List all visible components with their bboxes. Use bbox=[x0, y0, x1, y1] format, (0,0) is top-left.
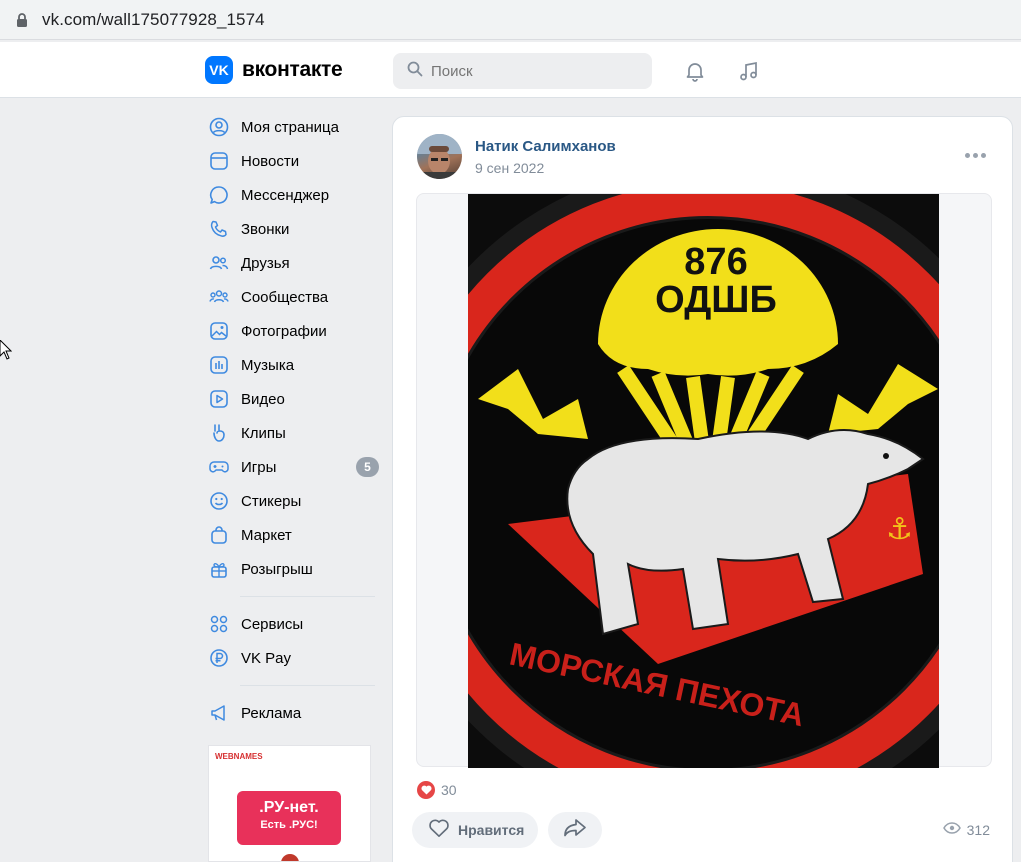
sidebar-item-services[interactable]: Сервисы bbox=[205, 607, 380, 641]
like-button[interactable]: Нравится bbox=[412, 812, 538, 848]
heart-icon bbox=[417, 781, 435, 799]
vk-logo-text: вконтакте bbox=[242, 58, 343, 81]
post-photo[interactable]: 876 ОДШБ МОРСКАЯ ПЕХОТА ⚓ bbox=[468, 194, 939, 768]
smile-icon bbox=[209, 491, 229, 511]
sidebar-item-label: Стикеры bbox=[241, 492, 302, 510]
sidebar-item-label: VK Pay bbox=[241, 649, 292, 667]
sidebar-item-friends[interactable]: Друзья bbox=[205, 246, 380, 280]
eye-icon bbox=[942, 821, 961, 839]
bell-icon[interactable] bbox=[682, 58, 708, 84]
sidebar-item-label: Игры bbox=[241, 458, 277, 476]
music-note-icon[interactable] bbox=[736, 58, 762, 84]
bag-icon bbox=[209, 525, 229, 545]
url-text[interactable]: vk.com/wall175077928_1574 bbox=[42, 10, 265, 30]
browser-address-bar[interactable]: vk.com/wall175077928_1574 bbox=[0, 0, 1021, 40]
mouse-cursor-icon bbox=[0, 339, 13, 365]
lock-icon bbox=[16, 12, 28, 28]
sidebar-item-stickers[interactable]: Стикеры bbox=[205, 484, 380, 518]
share-arrow-icon bbox=[563, 818, 587, 843]
share-button[interactable] bbox=[548, 812, 602, 848]
like-label: Нравится bbox=[458, 822, 525, 838]
vk-logo[interactable]: VK вконтакте bbox=[205, 56, 343, 84]
phone-icon bbox=[209, 219, 229, 239]
sidebar-item-my-page[interactable]: Моя страница bbox=[205, 110, 380, 144]
sidebar-item-label: Новости bbox=[241, 152, 300, 170]
games-count-badge: 5 bbox=[356, 457, 379, 477]
clips-icon bbox=[209, 423, 229, 443]
vk-logo-badge: VK bbox=[205, 56, 233, 84]
photo-text-unit: ОДШБ bbox=[655, 279, 777, 321]
sidebar-item-market[interactable]: Маркет bbox=[205, 518, 380, 552]
sidebar-item-clips[interactable]: Клипы bbox=[205, 416, 380, 450]
ad-line-1: .РУ-нет. bbox=[259, 799, 319, 816]
news-icon bbox=[209, 151, 229, 171]
sidebar-item-label: Клипы bbox=[241, 424, 286, 442]
sidebar-item-label: Фотографии bbox=[241, 322, 327, 340]
ad-decoration bbox=[281, 854, 299, 861]
more-options-icon[interactable] bbox=[965, 153, 986, 158]
post-author-name[interactable]: Натик Салимханов bbox=[475, 138, 616, 155]
wall-post: Натик Салимханов 9 сен 2022 876 ОДШБ МОР… bbox=[392, 116, 1013, 862]
megaphone-icon bbox=[209, 703, 229, 723]
search-box[interactable] bbox=[393, 53, 652, 89]
search-icon bbox=[407, 61, 423, 82]
ad-brand: WEBNAMES bbox=[215, 752, 263, 761]
ad-card: .РУ-нет. Есть .РУС! bbox=[237, 791, 341, 845]
top-header: VK вконтакте bbox=[0, 42, 1021, 98]
sidebar-item-video[interactable]: Видео bbox=[205, 382, 380, 416]
sidebar-item-label: Сервисы bbox=[241, 615, 304, 633]
sidebar-item-label: Видео bbox=[241, 390, 285, 408]
sidebar-item-ads[interactable]: Реклама bbox=[205, 696, 380, 730]
gamepad-icon bbox=[209, 457, 229, 477]
sidebar-item-label: Музыка bbox=[241, 356, 295, 374]
sidebar-item-label: Реклама bbox=[241, 704, 302, 722]
friends-icon bbox=[209, 253, 229, 273]
sidebar-item-label: Сообщества bbox=[241, 288, 329, 306]
sidebar-item-label: Мессенджер bbox=[241, 186, 330, 204]
reactions-summary[interactable]: 30 bbox=[417, 781, 457, 799]
sidebar-item-news[interactable]: Новости bbox=[205, 144, 380, 178]
profile-icon bbox=[209, 117, 229, 137]
sidebar-item-calls[interactable]: Звонки bbox=[205, 212, 380, 246]
sidebar-ad-banner[interactable]: WEBNAMES .РУ-нет. Есть .РУС! bbox=[208, 745, 371, 862]
reactions-count: 30 bbox=[441, 782, 457, 798]
sidebar-divider bbox=[240, 596, 375, 597]
heart-outline-icon bbox=[428, 818, 450, 843]
search-input[interactable] bbox=[431, 62, 631, 80]
photo-icon bbox=[209, 321, 229, 341]
ruble-icon bbox=[209, 648, 229, 668]
sidebar-item-label: Друзья bbox=[241, 254, 290, 272]
chat-bubble-icon bbox=[209, 185, 229, 205]
post-date[interactable]: 9 сен 2022 bbox=[475, 160, 544, 176]
post-photo-frame: 876 ОДШБ МОРСКАЯ ПЕХОТА ⚓ bbox=[416, 193, 992, 768]
communities-icon bbox=[209, 287, 229, 307]
music-icon bbox=[209, 355, 229, 375]
sidebar-item-label: Звонки bbox=[241, 220, 290, 238]
left-sidebar: Моя страница Новости Мессенджер Звонки Д… bbox=[205, 110, 380, 730]
gift-icon bbox=[209, 559, 229, 579]
photo-text-number: 876 bbox=[684, 241, 747, 283]
avatar[interactable] bbox=[417, 134, 462, 179]
views-counter: 312 bbox=[942, 821, 990, 839]
sidebar-item-vkpay[interactable]: VK Pay bbox=[205, 641, 380, 675]
sidebar-item-giveaway[interactable]: Розыгрыш bbox=[205, 552, 380, 586]
sidebar-item-label: Розыгрыш bbox=[241, 560, 313, 578]
sidebar-item-games[interactable]: Игры 5 bbox=[205, 450, 380, 484]
sidebar-item-messenger[interactable]: Мессенджер bbox=[205, 178, 380, 212]
sidebar-item-communities[interactable]: Сообщества bbox=[205, 280, 380, 314]
sidebar-item-photos[interactable]: Фотографии bbox=[205, 314, 380, 348]
anchor-icon: ⚓ bbox=[886, 512, 913, 547]
ad-line-2: Есть .РУС! bbox=[260, 819, 318, 831]
sidebar-item-label: Маркет bbox=[241, 526, 292, 544]
grid-icon bbox=[209, 614, 229, 634]
sidebar-item-label: Моя страница bbox=[241, 118, 339, 136]
sidebar-item-music[interactable]: Музыка bbox=[205, 348, 380, 382]
views-count: 312 bbox=[966, 822, 990, 838]
video-icon bbox=[209, 389, 229, 409]
sidebar-divider bbox=[240, 685, 375, 686]
